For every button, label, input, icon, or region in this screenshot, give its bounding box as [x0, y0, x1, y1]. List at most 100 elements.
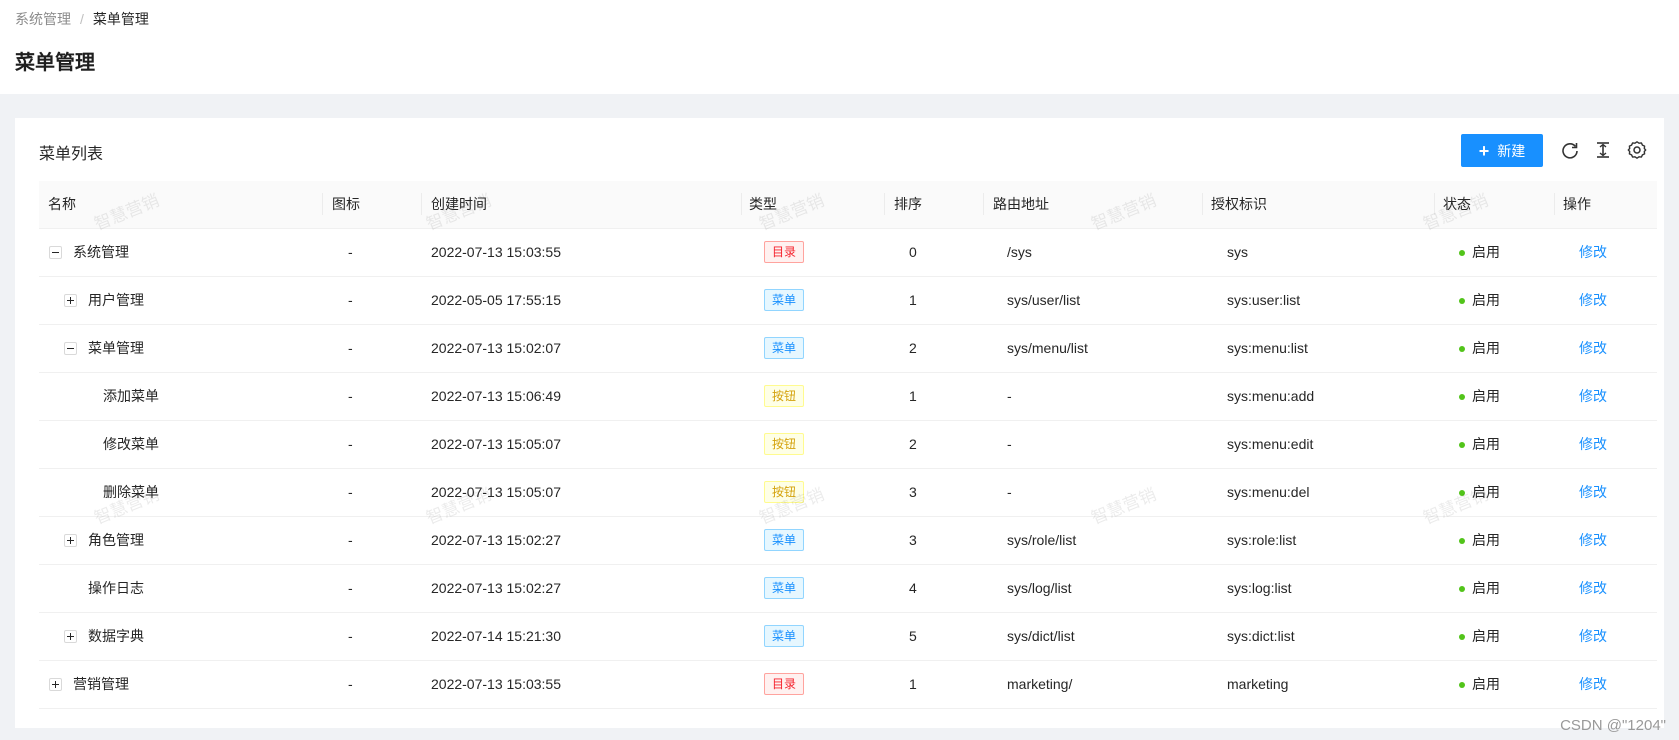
row-perm: sys:log:list [1227, 580, 1292, 596]
breadcrumb-parent[interactable]: 系统管理 [15, 11, 71, 27]
row-status: 启用 [1472, 340, 1500, 356]
edit-link[interactable]: 修改 [1579, 277, 1607, 324]
row-route: - [1007, 388, 1012, 404]
status-dot [1459, 442, 1465, 448]
row-route: /sys [1007, 244, 1032, 260]
row-status: 启用 [1472, 436, 1500, 452]
expand-icon[interactable] [64, 534, 77, 547]
type-tag: 菜单 [764, 337, 805, 359]
collapse-icon[interactable] [49, 246, 62, 259]
row-name: 系统管理 [73, 244, 129, 260]
status-dot [1459, 394, 1465, 400]
reload-icon[interactable] [1560, 140, 1580, 160]
new-button[interactable]: + 新建 [1461, 134, 1543, 167]
row-status: 启用 [1472, 628, 1500, 644]
collapse-icon[interactable] [64, 342, 77, 355]
row-created: 2022-07-13 15:02:27 [431, 532, 561, 548]
expand-icon[interactable] [49, 678, 62, 691]
status-dot [1459, 490, 1465, 496]
row-sort: 1 [909, 292, 917, 308]
row-icon: - [348, 340, 353, 356]
column-route[interactable]: 路由地址 [993, 181, 1049, 228]
row-route: sys/role/list [1007, 532, 1077, 548]
table-row: 数据字典 - 2022-07-14 15:21:30 菜单 5 sys/dict… [39, 613, 1657, 661]
breadcrumb: 系统管理 / 菜单管理 [15, 9, 149, 29]
row-created: 2022-07-13 15:02:07 [431, 340, 561, 356]
edit-link[interactable]: 修改 [1579, 325, 1607, 372]
row-name: 菜单管理 [88, 340, 144, 356]
row-perm: sys [1227, 244, 1248, 260]
row-name: 操作日志 [88, 580, 144, 596]
row-icon: - [348, 580, 353, 596]
row-created: 2022-07-13 15:06:49 [431, 388, 561, 404]
row-status: 启用 [1472, 388, 1500, 404]
column-created[interactable]: 创建时间 [431, 181, 487, 228]
type-tag: 菜单 [764, 625, 805, 647]
row-status: 启用 [1472, 484, 1500, 500]
row-sort: 3 [909, 532, 917, 548]
row-perm: sys:menu:list [1227, 340, 1308, 356]
edit-link[interactable]: 修改 [1579, 373, 1607, 420]
menu-table: 名称 图标 创建时间 类型 排序 路由地址 授权标识 状态 操作 系统管理 - … [39, 181, 1657, 709]
row-created: 2022-05-05 17:55:15 [431, 292, 561, 308]
column-type[interactable]: 类型 [749, 181, 777, 228]
column-name[interactable]: 名称 [48, 181, 76, 228]
type-tag: 按钮 [764, 385, 805, 407]
settings-icon[interactable] [1627, 140, 1647, 160]
row-name: 角色管理 [88, 532, 144, 548]
status-dot [1459, 682, 1465, 688]
edit-link[interactable]: 修改 [1579, 565, 1607, 612]
column-status[interactable]: 状态 [1443, 181, 1471, 228]
column-divider [884, 193, 885, 215]
row-created: 2022-07-14 15:21:30 [431, 628, 561, 644]
column-action: 操作 [1563, 196, 1591, 212]
row-status: 启用 [1472, 580, 1500, 596]
row-icon: - [348, 484, 353, 500]
expand-icon[interactable] [64, 294, 77, 307]
row-status: 启用 [1472, 244, 1500, 260]
table-row: 系统管理 - 2022-07-13 15:03:55 目录 0 /sys sys… [39, 229, 1657, 277]
row-created: 2022-07-13 15:05:07 [431, 436, 561, 452]
column-perm[interactable]: 授权标识 [1211, 181, 1267, 228]
row-perm: sys:menu:del [1227, 484, 1310, 500]
row-route: - [1007, 436, 1012, 452]
row-icon: - [348, 676, 353, 692]
row-icon: - [348, 628, 353, 644]
row-perm: marketing [1227, 676, 1289, 692]
row-route: sys/dict/list [1007, 628, 1075, 644]
type-tag: 目录 [764, 241, 805, 263]
column-divider [1434, 193, 1435, 215]
row-sort: 1 [909, 388, 917, 404]
row-name: 删除菜单 [103, 484, 159, 500]
page-header: 系统管理 / 菜单管理 菜单管理 [0, 0, 1679, 94]
row-sort: 4 [909, 580, 917, 596]
column-divider [1202, 193, 1203, 215]
status-dot [1459, 586, 1465, 592]
edit-link[interactable]: 修改 [1579, 229, 1607, 276]
row-perm: sys:menu:add [1227, 388, 1315, 404]
edit-link[interactable]: 修改 [1579, 421, 1607, 468]
row-icon: - [348, 388, 353, 404]
expand-icon[interactable] [64, 630, 77, 643]
row-name: 添加菜单 [103, 388, 159, 404]
type-tag: 菜单 [764, 529, 805, 551]
row-route: sys/user/list [1007, 292, 1081, 308]
column-divider [322, 193, 323, 215]
row-perm: sys:dict:list [1227, 628, 1295, 644]
column-sort[interactable]: 排序 [894, 181, 922, 228]
row-sort: 5 [909, 628, 917, 644]
table-row: 营销管理 - 2022-07-13 15:03:55 目录 1 marketin… [39, 661, 1657, 709]
menu-list-card: 菜单列表 + 新建 名称 图标 创建时间 类型 排序 路由地址 授权标识 状态 … [15, 118, 1664, 728]
edit-link[interactable]: 修改 [1579, 517, 1607, 564]
edit-link[interactable]: 修改 [1579, 613, 1607, 660]
row-name: 修改菜单 [103, 436, 159, 452]
density-icon[interactable] [1593, 140, 1613, 160]
edit-link[interactable]: 修改 [1579, 661, 1607, 708]
edit-link[interactable]: 修改 [1579, 469, 1607, 516]
status-dot [1459, 250, 1465, 256]
row-sort: 1 [909, 676, 917, 692]
row-sort: 3 [909, 484, 917, 500]
row-name: 数据字典 [88, 628, 144, 644]
plus-icon: + [1478, 140, 1490, 161]
column-icon[interactable]: 图标 [332, 181, 360, 228]
